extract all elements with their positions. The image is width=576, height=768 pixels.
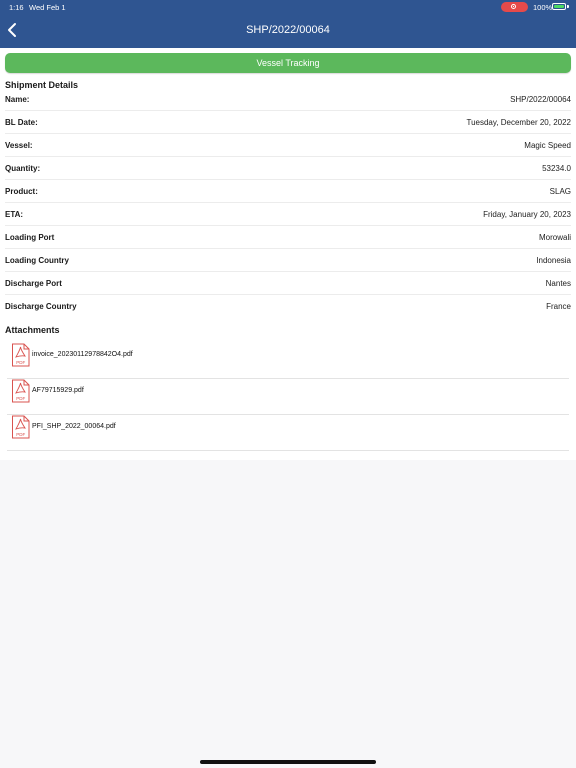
status-bar: 1:16 Wed Feb 1 100% [0,0,576,14]
detail-label: ETA: [5,210,24,219]
battery-percentage: 100% [533,3,553,12]
detail-value: Nantes [545,279,571,288]
detail-row-discharge-port: Discharge Port Nantes [5,272,571,295]
attachment-name: AF79715929.pdf [32,387,84,394]
detail-row-discharge-country: Discharge Country France [5,295,571,318]
detail-row-loading-country: Loading Country Indonesia [5,249,571,272]
pdf-icon-label: PDF [16,360,25,365]
screen-recording-indicator [501,2,528,12]
pdf-file-icon: PDF [12,343,30,367]
pdf-file-icon: PDF [12,415,30,439]
detail-row-bl-date: BL Date: Tuesday, December 20, 2022 [5,111,571,134]
detail-label: Discharge Country [5,302,77,311]
navigation-header: 1:16 Wed Feb 1 100% SHP/2022/00064 [0,0,576,48]
detail-label: Discharge Port [5,279,62,288]
attachments-heading: Attachments [5,325,60,335]
attachment-name: PFI_SHP_2022_00064.pdf [32,423,116,430]
detail-value: Friday, January 20, 2023 [483,210,571,219]
battery-icon [552,3,566,10]
battery-nub [567,5,569,8]
record-icon [511,4,516,9]
home-indicator [200,760,376,764]
vessel-tracking-button[interactable]: Vessel Tracking [5,53,571,73]
detail-label: Loading Country [5,256,69,265]
detail-row-loading-port: Loading Port Morowali [5,226,571,249]
detail-value: Tuesday, December 20, 2022 [466,118,571,127]
detail-label: BL Date: [5,118,38,127]
detail-value: SHP/2022/00064 [510,95,571,104]
pdf-icon-label: PDF [16,396,25,401]
detail-row-name: Name: SHP/2022/00064 [5,88,571,111]
detail-value: Magic Speed [524,141,571,150]
detail-label: Name: [5,95,30,104]
attachment-item[interactable]: PDF PFI_SHP_2022_00064.pdf [7,415,569,451]
detail-value: France [546,302,571,311]
battery-fill [554,5,564,8]
shipment-content: Vessel Tracking Shipment Details Name: S… [0,48,576,460]
detail-row-vessel: Vessel: Magic Speed [5,134,571,157]
detail-label: Vessel: [5,141,33,150]
detail-label: Loading Port [5,233,55,242]
detail-row-eta: ETA: Friday, January 20, 2023 [5,203,571,226]
detail-row-product: Product: SLAG [5,180,571,203]
detail-row-quantity: Quantity: 53234.0 [5,157,571,180]
detail-value: Indonesia [536,256,571,265]
pdf-icon-label: PDF [16,432,25,437]
detail-value: SLAG [549,187,571,196]
detail-value: Morowali [538,233,571,242]
detail-label: Quantity: [5,164,41,173]
detail-label: Product: [5,187,38,196]
status-date: Wed Feb 1 [29,3,66,12]
attachment-item[interactable]: PDF invoice_20230112978842O4.pdf [7,343,569,379]
page-title: SHP/2022/00064 [246,24,330,36]
attachment-item[interactable]: PDF AF79715929.pdf [7,379,569,415]
detail-value: 53234.0 [542,164,571,173]
status-time: 1:16 [9,3,24,12]
attachment-name: invoice_20230112978842O4.pdf [32,351,133,358]
pdf-file-icon: PDF [12,379,30,403]
